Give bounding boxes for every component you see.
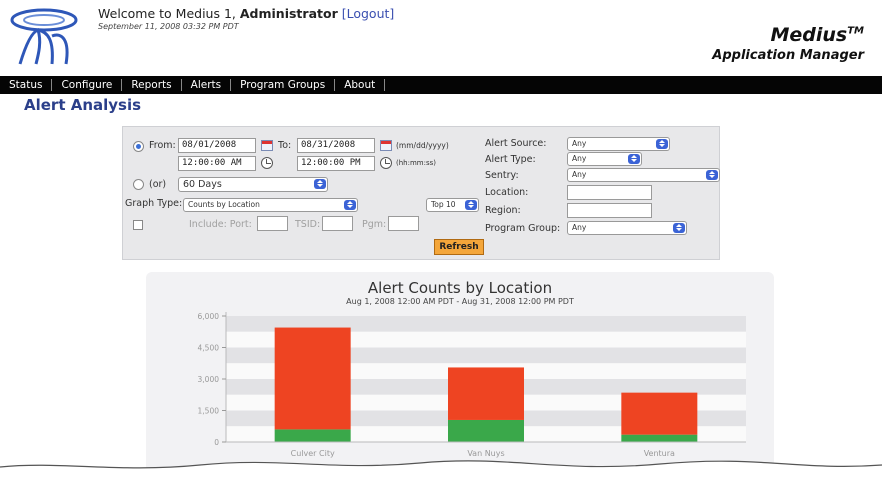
pgm-input[interactable] <box>388 216 419 231</box>
include-checkbox[interactable] <box>133 220 143 230</box>
graph-type-label: Graph Type: <box>125 198 183 209</box>
y-tick-label: 1,500 <box>198 407 220 416</box>
bar-segment <box>621 434 698 442</box>
alert-type-select[interactable]: Any <box>567 152 642 166</box>
chevron-updown-icon <box>465 200 477 210</box>
sentry-value: Any <box>572 170 587 179</box>
location-label: Location: <box>485 187 529 198</box>
pgm-label: Pgm: <box>362 219 387 230</box>
tsid-label: TSID: <box>295 219 321 230</box>
graph-type-select[interactable]: Counts by Location <box>183 198 358 212</box>
main-nav: Status Configure Reports Alerts Program … <box>0 76 882 94</box>
top-n-select[interactable]: Top 10 <box>426 198 479 212</box>
brand-trademark: TM <box>847 25 864 37</box>
program-group-label: Program Group: <box>485 223 561 234</box>
brand: MediusTM Application Manager <box>712 24 864 63</box>
relative-range-radio[interactable] <box>133 179 144 190</box>
region-label: Region: <box>485 205 521 216</box>
days-select[interactable]: 60 Days <box>178 177 328 192</box>
program-group-select[interactable]: Any <box>567 221 687 235</box>
graph-type-value: Counts by Location <box>188 200 260 209</box>
bar-segment <box>621 392 698 435</box>
to-clock-icon[interactable] <box>380 157 392 169</box>
sentry-label: Sentry: <box>485 170 519 181</box>
torn-edge-decoration <box>0 460 882 483</box>
from-clock-icon[interactable] <box>261 157 273 169</box>
to-calendar-icon[interactable] <box>380 140 392 151</box>
current-datetime: September 11, 2008 03:32 PM PDT <box>98 22 239 31</box>
app-header: Welcome to Medius 1, Administrator [Logo… <box>0 0 882 76</box>
program-group-value: Any <box>572 223 587 232</box>
tsid-input[interactable] <box>322 216 353 231</box>
to-time-input[interactable]: 12:00:00 PM <box>297 156 375 171</box>
port-input[interactable] <box>257 216 288 231</box>
time-format-hint: (hh:mm:ss) <box>396 159 436 167</box>
chevron-updown-icon <box>628 154 640 164</box>
welcome-message: Welcome to Medius 1, Administrator [Logo… <box>98 6 394 21</box>
nav-item-status[interactable]: Status <box>0 79 53 91</box>
from-date-input[interactable]: 08/01/2008 <box>178 138 256 153</box>
y-tick-label: 3,000 <box>198 375 220 384</box>
bar-segment <box>448 419 524 442</box>
y-tick-label: 4,500 <box>198 344 220 353</box>
to-date-input[interactable]: 08/31/2008 <box>297 138 375 153</box>
nav-item-about[interactable]: About <box>335 79 386 91</box>
region-input[interactable] <box>567 203 652 218</box>
medius-logo <box>10 8 78 65</box>
brand-name: Medius <box>770 24 848 46</box>
to-label: To: <box>278 140 292 151</box>
y-tick-label: 0 <box>214 438 219 447</box>
location-input[interactable] <box>567 185 652 200</box>
date-range-radio[interactable] <box>133 141 144 152</box>
logout-link[interactable]: [Logout] <box>342 6 395 21</box>
chart-card: Alert Counts by Location Aug 1, 2008 12:… <box>146 272 774 483</box>
or-label: (or) <box>149 179 167 190</box>
brand-subtitle: Application Manager <box>712 48 864 63</box>
page-title: Alert Analysis <box>24 96 142 114</box>
include-port-label: Include: Port: <box>189 219 252 230</box>
bar-segment <box>448 367 524 420</box>
alert-source-value: Any <box>572 139 587 148</box>
alert-source-label: Alert Source: <box>485 138 547 149</box>
from-time-input[interactable]: 12:00:00 AM <box>178 156 256 171</box>
user-name: Administrator <box>239 6 338 21</box>
from-calendar-icon[interactable] <box>261 140 273 151</box>
alert-counts-chart: 01,5003,0004,5006,000Culver City Van Nuys… <box>198 312 746 458</box>
chevron-updown-icon <box>673 223 685 233</box>
nav-item-reports[interactable]: Reports <box>122 79 182 91</box>
alert-type-label: Alert Type: <box>485 154 536 165</box>
top-n-value: Top 10 <box>431 200 456 209</box>
filter-panel: From: 08/01/2008 To: 08/31/2008 (mm/dd/y… <box>122 126 720 260</box>
chevron-updown-icon <box>344 200 356 210</box>
chevron-updown-icon <box>706 170 718 180</box>
alert-source-select[interactable]: Any <box>567 137 670 151</box>
sentry-select[interactable]: Any <box>567 168 720 182</box>
alert-type-value: Any <box>572 154 587 163</box>
nav-item-configure[interactable]: Configure <box>52 79 123 91</box>
date-format-hint: (mm/dd/yyyy) <box>396 141 449 150</box>
chevron-updown-icon <box>656 139 668 149</box>
refresh-button[interactable]: Refresh <box>434 239 484 255</box>
bar-segment <box>274 327 351 430</box>
from-label: From: <box>149 140 176 151</box>
bar-segment <box>274 429 351 442</box>
welcome-prefix: Welcome to Medius 1, <box>98 6 240 21</box>
nav-item-program-groups[interactable]: Program Groups <box>231 79 336 91</box>
y-tick-label: 6,000 <box>198 312 220 321</box>
chevron-updown-icon <box>314 179 326 189</box>
days-select-value: 60 Days <box>183 179 222 190</box>
nav-item-alerts[interactable]: Alerts <box>182 79 232 91</box>
